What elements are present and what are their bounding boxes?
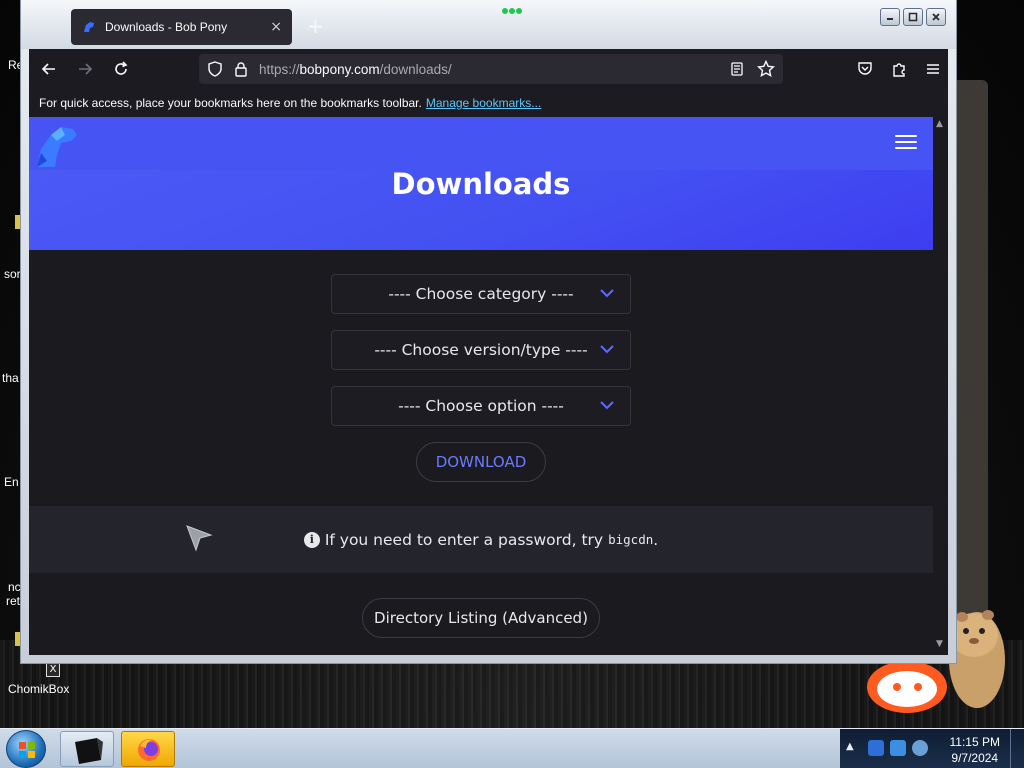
chomikbox-icon[interactable]: X xyxy=(46,663,60,677)
site-menu-hamburger-icon[interactable] xyxy=(895,135,917,149)
extensions-puzzle-icon[interactable] xyxy=(890,60,908,78)
app-menu-icon[interactable] xyxy=(924,60,942,78)
password-notice: i If you need to enter a password, try b… xyxy=(29,506,933,573)
new-tab-button[interactable]: + xyxy=(307,14,324,38)
system-tray: ▲ 11:15 PM 9/7/2024 xyxy=(840,729,1024,768)
site-header: Downloads xyxy=(29,117,933,250)
terminal-icon xyxy=(75,738,103,764)
desktop-icon-label[interactable]: sor xyxy=(4,267,21,281)
minimize-button[interactable] xyxy=(880,8,900,26)
desktop-icon-label[interactable]: En xyxy=(4,475,19,489)
info-icon: i xyxy=(303,531,320,548)
url-bar[interactable]: https://bobpony.com/downloads/ xyxy=(199,54,783,84)
reader-view-icon[interactable] xyxy=(729,61,745,77)
desktop-icon-label[interactable]: ret xyxy=(6,594,20,608)
toolbar-right xyxy=(856,54,942,84)
minimize-icon xyxy=(887,18,893,20)
desktop-icon-label[interactable]: nc xyxy=(8,580,21,594)
tab-active[interactable]: Downloads - Bob Pony × xyxy=(71,9,292,45)
bob-pony-logo-icon[interactable] xyxy=(31,121,81,171)
bob-pony-favicon-icon xyxy=(84,22,94,32)
chevron-down-icon xyxy=(600,401,614,410)
mouse-pointer-icon xyxy=(186,525,213,552)
bookmarks-hint: For quick access, place your bookmarks h… xyxy=(39,96,422,110)
tray-app-icon[interactable] xyxy=(868,740,884,756)
lock-icon[interactable] xyxy=(233,61,249,77)
url-path: /downloads/ xyxy=(379,61,452,77)
reload-icon xyxy=(115,61,128,75)
page-scrollbar[interactable]: ▲ ▼ xyxy=(933,117,948,655)
scroll-up-icon[interactable]: ▲ xyxy=(936,119,943,129)
bookmarks-toolbar: For quick access, place your bookmarks h… xyxy=(29,89,948,117)
desktop-icon-label[interactable]: tha xyxy=(2,371,19,385)
forward-arrow-icon xyxy=(79,63,93,75)
manage-bookmarks-link[interactable]: Manage bookmarks... xyxy=(426,96,541,110)
taskbar-item-terminal[interactable] xyxy=(60,731,114,767)
notice-text: If you need to enter a password, try xyxy=(324,530,604,549)
forward-button[interactable] xyxy=(69,53,101,85)
directory-listing-button[interactable]: Directory Listing (Advanced) xyxy=(362,598,600,638)
tray-network-icon[interactable] xyxy=(890,740,906,756)
taskbar: ▲ 11:15 PM 9/7/2024 xyxy=(0,728,1024,768)
download-button[interactable]: DOWNLOAD xyxy=(416,442,546,482)
version-type-select[interactable]: ---- Choose version/type ---- xyxy=(331,330,631,370)
clock[interactable]: 11:15 PM 9/7/2024 xyxy=(950,734,1000,766)
tab-close-icon[interactable]: × xyxy=(270,19,282,35)
window-top-ornament-icon xyxy=(502,8,522,14)
maximize-icon xyxy=(908,12,918,22)
bookmark-star-icon[interactable] xyxy=(757,60,775,78)
tray-expand-icon[interactable]: ▲ xyxy=(846,741,854,752)
pocket-icon[interactable] xyxy=(856,60,874,78)
window-controls xyxy=(880,8,946,26)
url-host: bobpony.com xyxy=(299,61,380,77)
windows-logo-icon xyxy=(19,742,35,758)
tab-bar: Downloads - Bob Pony × + xyxy=(21,0,956,49)
firefox-icon xyxy=(138,739,160,761)
clock-time: 11:15 PM xyxy=(949,735,1000,749)
site-header-bar xyxy=(29,117,933,170)
password-code: bigcdn xyxy=(608,532,654,547)
tab-title: Downloads - Bob Pony xyxy=(105,20,228,34)
tray-icons xyxy=(868,740,928,756)
url-actions xyxy=(729,60,775,78)
browser-window: Downloads - Bob Pony × + https://bobpony… xyxy=(20,0,957,664)
close-button[interactable] xyxy=(926,8,946,26)
navigation-toolbar: https://bobpony.com/downloads/ xyxy=(29,49,948,89)
maximize-button[interactable] xyxy=(903,8,923,26)
category-select[interactable]: ---- Choose category ---- xyxy=(331,274,631,314)
page-viewport: Downloads ---- Choose category ---- ----… xyxy=(29,117,948,655)
close-icon xyxy=(932,13,940,21)
tray-volume-icon[interactable] xyxy=(912,740,928,756)
category-select-label: ---- Choose category ---- xyxy=(388,285,574,303)
notice-end: . xyxy=(653,530,659,549)
url-text[interactable]: https://bobpony.com/downloads/ xyxy=(259,62,729,77)
option-select[interactable]: ---- Choose option ---- xyxy=(331,386,631,426)
back-arrow-icon xyxy=(41,63,55,75)
page-title: Downloads xyxy=(391,167,571,201)
url-scheme: https:// xyxy=(259,61,300,77)
version-select-label: ---- Choose version/type ---- xyxy=(374,341,588,359)
start-button[interactable] xyxy=(6,730,46,768)
scroll-down-icon[interactable]: ▼ xyxy=(936,639,943,649)
back-button[interactable] xyxy=(33,53,65,85)
chevron-down-icon xyxy=(600,289,614,298)
desktop-icon-chomikbox[interactable]: ChomikBox xyxy=(8,682,69,696)
tracking-shield-icon[interactable] xyxy=(207,61,223,77)
chevron-down-icon xyxy=(600,345,614,354)
taskbar-item-firefox[interactable] xyxy=(121,731,175,767)
clock-date: 9/7/2024 xyxy=(951,751,999,765)
show-desktop-button[interactable] xyxy=(1010,729,1024,768)
reload-button[interactable] xyxy=(105,53,137,85)
option-select-label: ---- Choose option ---- xyxy=(398,397,564,415)
